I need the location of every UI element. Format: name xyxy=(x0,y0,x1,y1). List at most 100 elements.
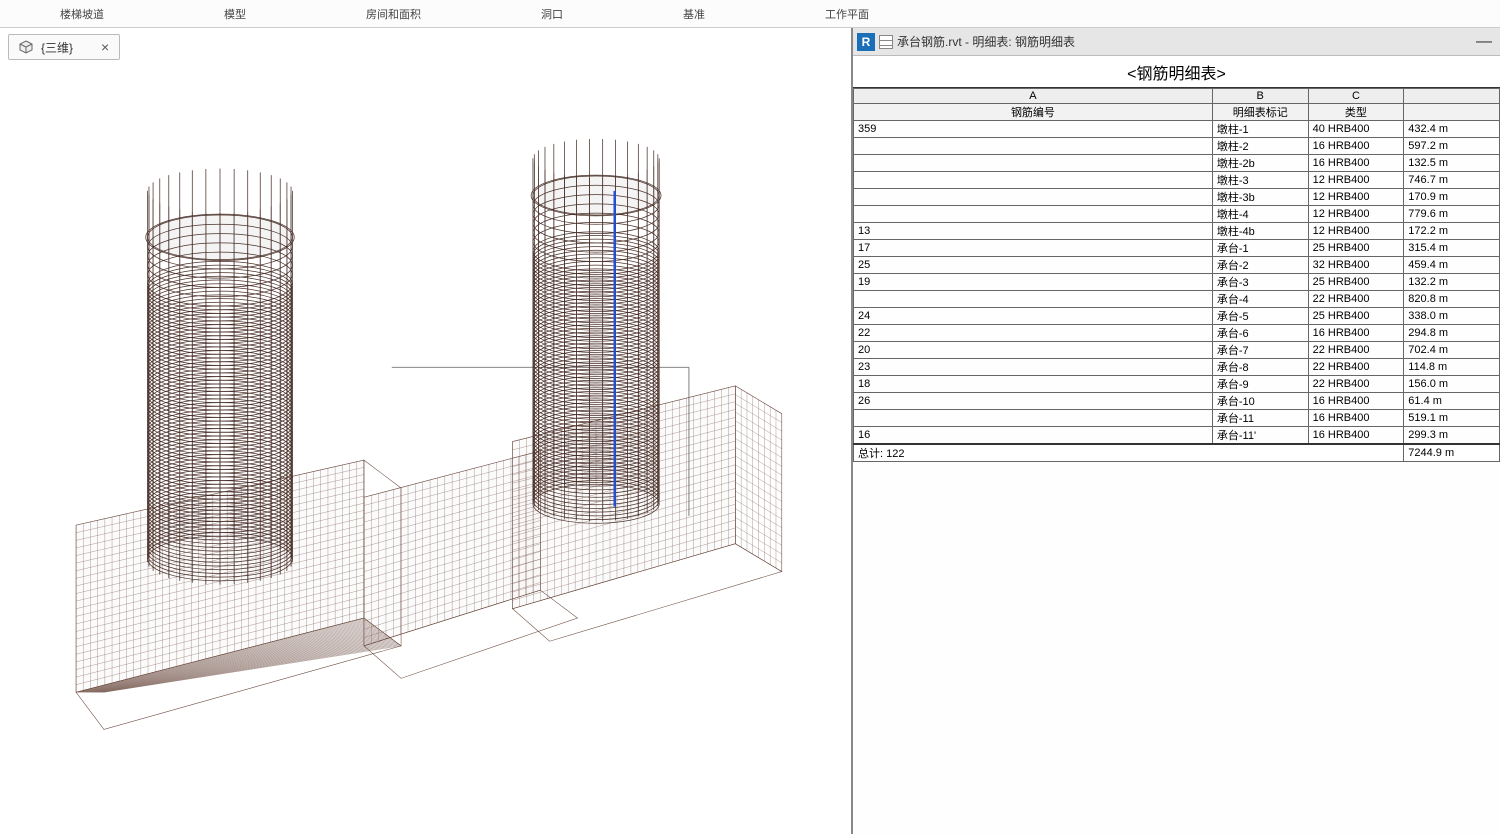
table-cell[interactable] xyxy=(854,138,1213,155)
table-cell[interactable]: 25 HRB400 xyxy=(1308,274,1404,291)
table-cell[interactable]: 40 HRB400 xyxy=(1308,121,1404,138)
header-rebar-number[interactable]: 钢筋编号 xyxy=(854,104,1213,121)
table-row[interactable]: 20承台-722 HRB400702.4 m xyxy=(854,342,1500,359)
table-cell[interactable] xyxy=(854,410,1213,427)
ribbon-tab-opening[interactable]: 洞口 xyxy=(481,0,623,27)
close-icon[interactable]: × xyxy=(101,39,109,55)
table-cell[interactable]: 156.0 m xyxy=(1404,376,1500,393)
table-cell[interactable]: 墩柱-2b xyxy=(1212,155,1308,172)
table-cell[interactable]: 承台-1 xyxy=(1212,240,1308,257)
table-row[interactable]: 墩柱-2b16 HRB400132.5 m xyxy=(854,155,1500,172)
table-cell[interactable]: 16 HRB400 xyxy=(1308,410,1404,427)
table-cell[interactable]: 702.4 m xyxy=(1404,342,1500,359)
table-row[interactable]: 墩柱-3b12 HRB400170.9 m xyxy=(854,189,1500,206)
table-cell[interactable]: 承台-2 xyxy=(1212,257,1308,274)
col-b-letter[interactable]: B xyxy=(1212,89,1308,104)
table-row[interactable]: 墩柱-312 HRB400746.7 m xyxy=(854,172,1500,189)
table-cell[interactable]: 22 HRB400 xyxy=(1308,342,1404,359)
table-cell[interactable]: 172.2 m xyxy=(1404,223,1500,240)
table-cell[interactable]: 18 xyxy=(854,376,1213,393)
table-cell[interactable]: 16 HRB400 xyxy=(1308,155,1404,172)
table-cell[interactable]: 597.2 m xyxy=(1404,138,1500,155)
table-row[interactable]: 24承台-525 HRB400338.0 m xyxy=(854,308,1500,325)
table-cell[interactable]: 墩柱-2 xyxy=(1212,138,1308,155)
table-row[interactable]: 22承台-616 HRB400294.8 m xyxy=(854,325,1500,342)
table-cell[interactable]: 墩柱-4b xyxy=(1212,223,1308,240)
table-cell[interactable]: 16 xyxy=(854,427,1213,445)
table-row[interactable]: 16承台-11'16 HRB400299.3 m xyxy=(854,427,1500,445)
table-cell[interactable]: 359 xyxy=(854,121,1213,138)
table-cell[interactable]: 12 HRB400 xyxy=(1308,189,1404,206)
table-cell[interactable] xyxy=(854,206,1213,223)
table-cell[interactable]: 22 HRB400 xyxy=(1308,359,1404,376)
table-cell[interactable]: 338.0 m xyxy=(1404,308,1500,325)
table-cell[interactable]: 承台-11 xyxy=(1212,410,1308,427)
table-cell[interactable]: 承台-7 xyxy=(1212,342,1308,359)
ribbon-tab-room[interactable]: 房间和面积 xyxy=(306,0,481,27)
col-d-letter[interactable] xyxy=(1404,89,1500,104)
ribbon-tab-workplane[interactable]: 工作平面 xyxy=(765,0,929,27)
table-row[interactable]: 19承台-325 HRB400132.2 m xyxy=(854,274,1500,291)
view-tab-3d[interactable]: {三维} × xyxy=(8,34,120,60)
table-cell[interactable]: 承台-9 xyxy=(1212,376,1308,393)
ribbon-tab-model[interactable]: 模型 xyxy=(164,0,306,27)
col-c-letter[interactable]: C xyxy=(1308,89,1404,104)
table-row[interactable]: 26承台-1016 HRB40061.4 m xyxy=(854,393,1500,410)
table-cell[interactable] xyxy=(854,155,1213,172)
table-cell[interactable]: 12 HRB400 xyxy=(1308,172,1404,189)
table-cell[interactable]: 承台-11' xyxy=(1212,427,1308,445)
table-cell[interactable]: 432.4 m xyxy=(1404,121,1500,138)
table-cell[interactable]: 承台-5 xyxy=(1212,308,1308,325)
table-row[interactable]: 359墩柱-140 HRB400432.4 m xyxy=(854,121,1500,138)
header-schedule-mark[interactable]: 明细表标记 xyxy=(1212,104,1308,121)
col-a-letter[interactable]: A xyxy=(854,89,1213,104)
table-cell[interactable]: 16 HRB400 xyxy=(1308,325,1404,342)
table-cell[interactable]: 315.4 m xyxy=(1404,240,1500,257)
table-cell[interactable]: 519.1 m xyxy=(1404,410,1500,427)
table-row[interactable]: 承台-422 HRB400820.8 m xyxy=(854,291,1500,308)
table-cell[interactable]: 170.9 m xyxy=(1404,189,1500,206)
table-row[interactable]: 承台-1116 HRB400519.1 m xyxy=(854,410,1500,427)
table-cell[interactable]: 25 xyxy=(854,257,1213,274)
table-row[interactable]: 23承台-822 HRB400114.8 m xyxy=(854,359,1500,376)
header-extra[interactable] xyxy=(1404,104,1500,121)
table-cell[interactable]: 132.2 m xyxy=(1404,274,1500,291)
table-cell[interactable]: 25 HRB400 xyxy=(1308,308,1404,325)
table-cell[interactable] xyxy=(854,291,1213,308)
table-cell[interactable]: 32 HRB400 xyxy=(1308,257,1404,274)
table-cell[interactable]: 22 HRB400 xyxy=(1308,291,1404,308)
table-cell[interactable]: 26 xyxy=(854,393,1213,410)
table-cell[interactable]: 墩柱-4 xyxy=(1212,206,1308,223)
table-cell[interactable]: 779.6 m xyxy=(1404,206,1500,223)
table-cell[interactable]: 承台-8 xyxy=(1212,359,1308,376)
table-cell[interactable]: 承台-10 xyxy=(1212,393,1308,410)
table-row[interactable]: 25承台-232 HRB400459.4 m xyxy=(854,257,1500,274)
minimize-icon[interactable]: — xyxy=(1476,33,1492,51)
table-cell[interactable]: 459.4 m xyxy=(1404,257,1500,274)
ribbon-tab-datum[interactable]: 基准 xyxy=(623,0,765,27)
canvas-3d-view[interactable] xyxy=(0,68,851,834)
table-cell[interactable]: 13 xyxy=(854,223,1213,240)
table-cell[interactable]: 20 xyxy=(854,342,1213,359)
table-cell[interactable]: 承台-3 xyxy=(1212,274,1308,291)
table-cell[interactable] xyxy=(854,189,1213,206)
table-cell[interactable]: 299.3 m xyxy=(1404,427,1500,445)
table-cell[interactable]: 16 HRB400 xyxy=(1308,393,1404,410)
table-cell[interactable]: 23 xyxy=(854,359,1213,376)
table-cell[interactable]: 24 xyxy=(854,308,1213,325)
table-cell[interactable]: 16 HRB400 xyxy=(1308,138,1404,155)
table-row[interactable]: 17承台-125 HRB400315.4 m xyxy=(854,240,1500,257)
table-cell[interactable]: 19 xyxy=(854,274,1213,291)
table-cell[interactable]: 114.8 m xyxy=(1404,359,1500,376)
table-row[interactable]: 墩柱-412 HRB400779.6 m xyxy=(854,206,1500,223)
table-cell[interactable]: 12 HRB400 xyxy=(1308,223,1404,240)
table-cell[interactable]: 820.8 m xyxy=(1404,291,1500,308)
schedule-titlebar[interactable]: R 承台钢筋.rvt - 明细表: 钢筋明细表 — xyxy=(853,28,1500,56)
ribbon-tab-stair[interactable]: 楼梯坡道 xyxy=(0,0,164,27)
table-cell[interactable]: 746.7 m xyxy=(1404,172,1500,189)
table-cell[interactable]: 17 xyxy=(854,240,1213,257)
header-type[interactable]: 类型 xyxy=(1308,104,1404,121)
table-row[interactable]: 13墩柱-4b12 HRB400172.2 m xyxy=(854,223,1500,240)
table-cell[interactable]: 承台-6 xyxy=(1212,325,1308,342)
table-cell[interactable]: 墩柱-3 xyxy=(1212,172,1308,189)
